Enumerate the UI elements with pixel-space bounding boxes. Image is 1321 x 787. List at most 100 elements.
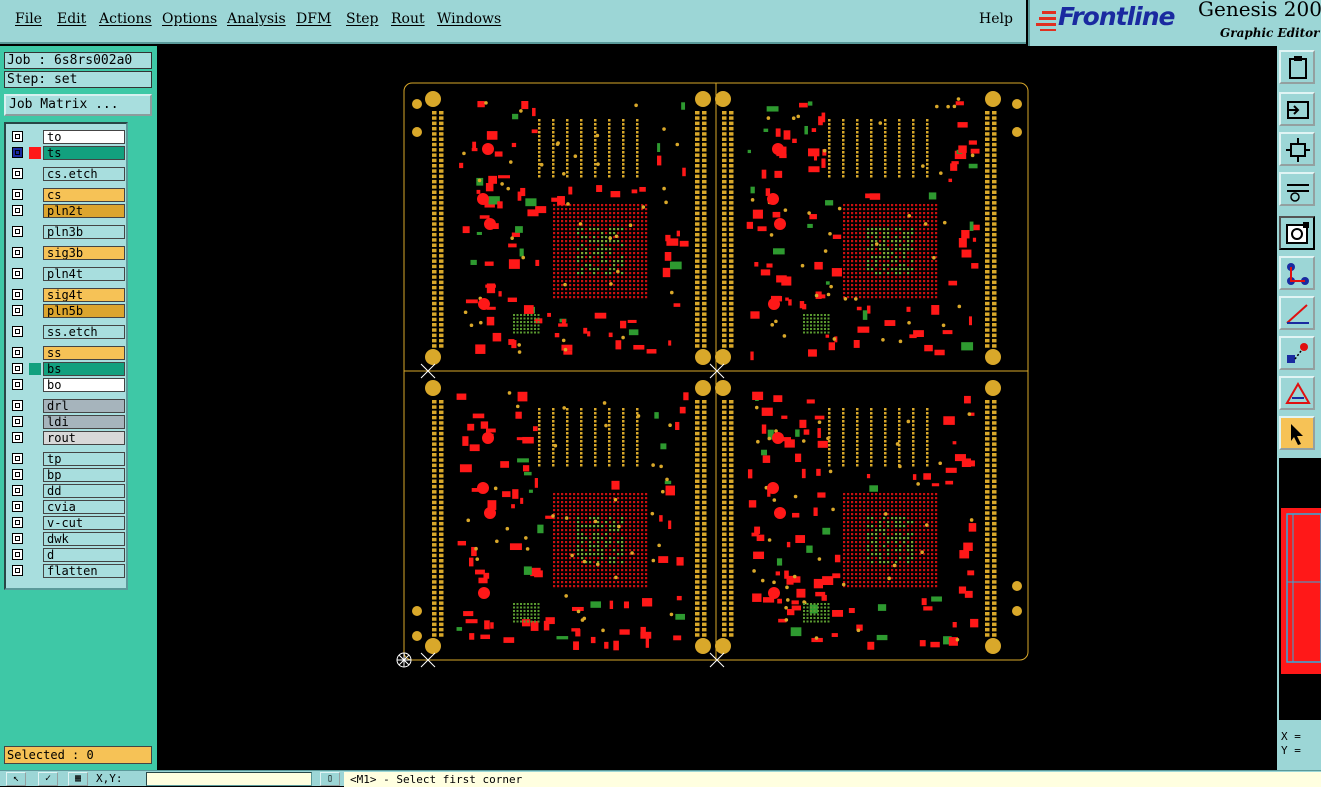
snap-button[interactable] bbox=[1279, 216, 1315, 250]
layer-row-d[interactable]: d bbox=[9, 548, 127, 562]
mouse-button-indicator[interactable]: ▯ bbox=[320, 772, 340, 786]
layer-checkbox[interactable] bbox=[12, 432, 23, 443]
layer-row-pln2t[interactable]: pln2t bbox=[9, 204, 127, 218]
layer-row-cs.etch[interactable]: cs.etch bbox=[9, 167, 127, 181]
layer-checkbox[interactable] bbox=[12, 501, 23, 512]
measure-button[interactable] bbox=[1279, 172, 1315, 206]
layer-row-bs[interactable]: bs bbox=[9, 362, 127, 376]
layer-checkbox[interactable] bbox=[12, 205, 23, 216]
layer-checkbox[interactable] bbox=[12, 347, 23, 358]
layer-name[interactable]: cs.etch bbox=[43, 167, 125, 181]
layer-name[interactable]: sig3b bbox=[43, 246, 125, 260]
layer-name[interactable]: dd bbox=[43, 484, 125, 498]
layer-row-to[interactable]: to bbox=[9, 130, 127, 144]
layer-checkbox[interactable] bbox=[12, 400, 23, 411]
menu-edit[interactable]: Edit bbox=[57, 11, 86, 27]
menu-windows[interactable]: Windows bbox=[437, 11, 501, 27]
layer-checkbox[interactable] bbox=[12, 469, 23, 480]
layer-checkbox[interactable] bbox=[12, 453, 23, 464]
layer-name[interactable]: tp bbox=[43, 452, 125, 466]
layer-row-ldi[interactable]: ldi bbox=[9, 415, 127, 429]
layer-checkbox[interactable] bbox=[12, 326, 23, 337]
confirm-button[interactable]: ✓ bbox=[38, 772, 58, 786]
layer-name[interactable]: ts bbox=[43, 146, 125, 160]
layer-row-flatten[interactable]: flatten bbox=[9, 564, 127, 578]
grid-button[interactable]: ▦ bbox=[68, 772, 88, 786]
layer-row-ts[interactable]: ts bbox=[9, 146, 127, 160]
layer-checkbox[interactable] bbox=[12, 131, 23, 142]
layer-checkbox[interactable] bbox=[12, 379, 23, 390]
menu-file[interactable]: File bbox=[15, 11, 42, 27]
pan-button[interactable] bbox=[1279, 92, 1315, 126]
menu-options[interactable]: Options bbox=[162, 11, 217, 27]
job-matrix-button[interactable]: Job Matrix ... bbox=[4, 94, 152, 116]
xy-input[interactable] bbox=[146, 772, 312, 786]
layer-name[interactable]: bp bbox=[43, 468, 125, 482]
layer-checkbox[interactable] bbox=[12, 289, 23, 300]
zoom-fit-button[interactable] bbox=[1279, 132, 1315, 166]
layer-checkbox[interactable] bbox=[12, 517, 23, 528]
overview-preview[interactable] bbox=[1277, 458, 1321, 720]
layer-name[interactable]: bs bbox=[43, 362, 125, 376]
layer-checkbox[interactable] bbox=[12, 485, 23, 496]
layer-row-pln4t[interactable]: pln4t bbox=[9, 267, 127, 281]
layer-checkbox[interactable] bbox=[12, 226, 23, 237]
layer-name[interactable]: ldi bbox=[43, 415, 125, 429]
layer-checkbox[interactable] bbox=[12, 268, 23, 279]
layer-name[interactable]: pln5b bbox=[43, 304, 125, 318]
layer-name[interactable]: sig4t bbox=[43, 288, 125, 302]
menu-help[interactable]: Help bbox=[979, 11, 1013, 27]
layer-row-dwk[interactable]: dwk bbox=[9, 532, 127, 546]
layer-name[interactable]: rout bbox=[43, 431, 125, 445]
layer-checkbox[interactable] bbox=[12, 533, 23, 544]
layer-row-cvia[interactable]: cvia bbox=[9, 500, 127, 514]
layer-row-pln5b[interactable]: pln5b bbox=[9, 304, 127, 318]
clipboard-button[interactable] bbox=[1279, 50, 1315, 84]
layer-row-cs[interactable]: cs bbox=[9, 188, 127, 202]
menu-dfm[interactable]: DFM bbox=[296, 11, 331, 27]
warning-button[interactable] bbox=[1279, 376, 1315, 410]
layer-name[interactable]: pln3b bbox=[43, 225, 125, 239]
layer-row-ss.etch[interactable]: ss.etch bbox=[9, 325, 127, 339]
layer-name[interactable]: d bbox=[43, 548, 125, 562]
layer-name[interactable]: ss bbox=[43, 346, 125, 360]
layer-name[interactable]: dwk bbox=[43, 532, 125, 546]
net-button[interactable] bbox=[1279, 256, 1315, 290]
menu-step[interactable]: Step bbox=[346, 11, 378, 27]
layer-name[interactable]: flatten bbox=[43, 564, 125, 578]
layer-checkbox[interactable] bbox=[12, 247, 23, 258]
layer-name[interactable]: to bbox=[43, 130, 125, 144]
layer-checkbox[interactable] bbox=[12, 363, 23, 374]
draw-line-button[interactable] bbox=[1279, 296, 1315, 330]
layer-name[interactable]: cvia bbox=[43, 500, 125, 514]
layer-name[interactable]: cs bbox=[43, 188, 125, 202]
layer-checkbox[interactable] bbox=[12, 189, 23, 200]
layer-checkbox[interactable] bbox=[12, 305, 23, 316]
layer-row-rout[interactable]: rout bbox=[9, 431, 127, 445]
layer-row-bo[interactable]: bo bbox=[9, 378, 127, 392]
layer-name[interactable]: ss.etch bbox=[43, 325, 125, 339]
layer-color-swatch[interactable] bbox=[29, 363, 41, 375]
layer-row-tp[interactable]: tp bbox=[9, 452, 127, 466]
layer-row-drl[interactable]: drl bbox=[9, 399, 127, 413]
pointer-button[interactable] bbox=[1279, 416, 1315, 450]
layer-name[interactable]: v-cut bbox=[43, 516, 125, 530]
layer-name[interactable]: pln4t bbox=[43, 267, 125, 281]
layer-checkbox[interactable] bbox=[12, 549, 23, 560]
menu-actions[interactable]: Actions bbox=[99, 11, 152, 27]
select-mode-button[interactable]: ↖ bbox=[6, 772, 26, 786]
layer-checkbox[interactable] bbox=[12, 565, 23, 576]
layer-color-swatch[interactable] bbox=[29, 147, 41, 159]
layer-row-bp[interactable]: bp bbox=[9, 468, 127, 482]
layer-row-ss[interactable]: ss bbox=[9, 346, 127, 360]
menu-rout[interactable]: Rout bbox=[391, 11, 425, 27]
layer-name[interactable]: pln2t bbox=[43, 204, 125, 218]
graphic-canvas[interactable] bbox=[157, 46, 1277, 770]
layer-checkbox[interactable] bbox=[12, 168, 23, 179]
layer-row-sig4t[interactable]: sig4t bbox=[9, 288, 127, 302]
layer-name[interactable]: drl bbox=[43, 399, 125, 413]
layer-row-sig3b[interactable]: sig3b bbox=[9, 246, 127, 260]
layer-row-v-cut[interactable]: v-cut bbox=[9, 516, 127, 530]
layer-checkbox[interactable] bbox=[12, 147, 23, 158]
layer-name[interactable]: bo bbox=[43, 378, 125, 392]
